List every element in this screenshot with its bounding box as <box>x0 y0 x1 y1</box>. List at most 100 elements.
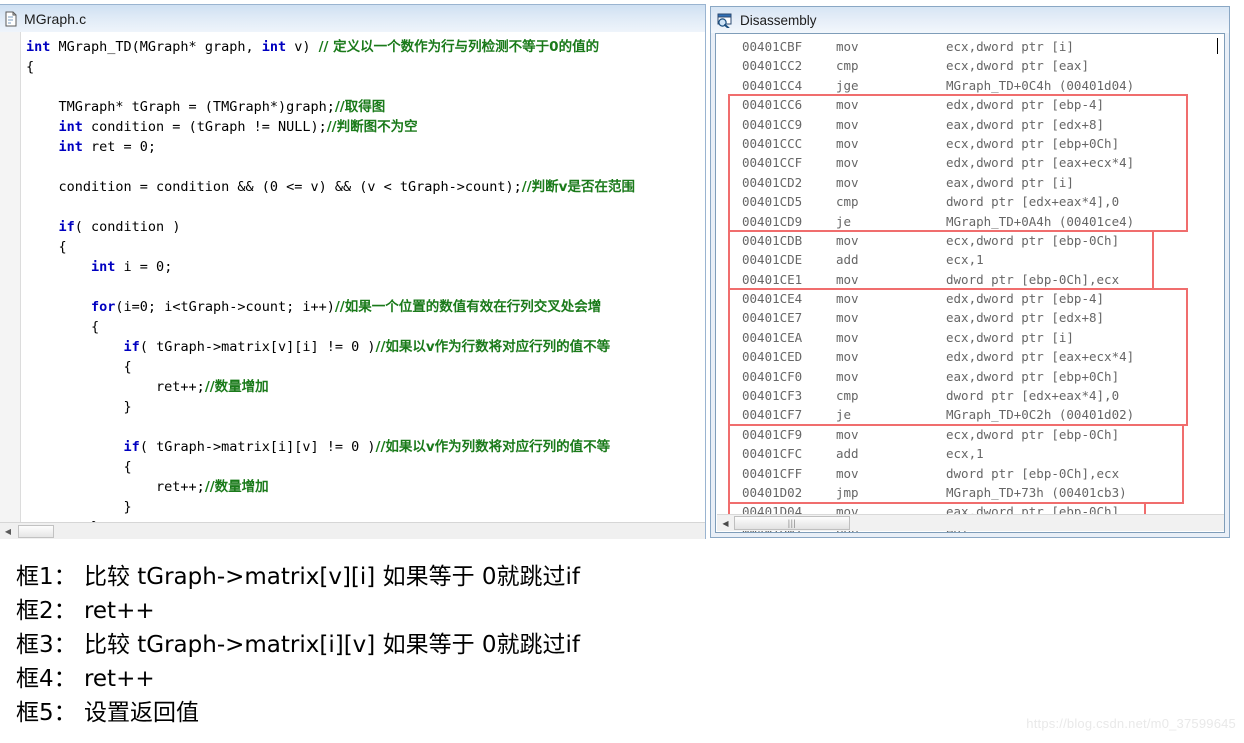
disassembly-row[interactable]: 00401CE4 mov edx,dword ptr [ebp-4] <box>716 289 1224 308</box>
disassembly-row[interactable]: 00401CCC mov ecx,dword ptr [ebp+0Ch] <box>716 134 1224 153</box>
watermark-text: https://blog.csdn.net/m0_37599645 <box>1026 716 1236 731</box>
instruction-mnemonic: jmp <box>836 484 859 500</box>
code-editor-hscrollbar[interactable]: ◀ <box>0 522 705 539</box>
disassembly-row[interactable]: 00401CFC add ecx,1 <box>716 444 1224 463</box>
disassembly-row[interactable]: 00401CE7 mov eax,dword ptr [edx+8] <box>716 308 1224 327</box>
instruction-mnemonic: mov <box>836 97 859 113</box>
instruction-mnemonic: cmp <box>836 388 859 404</box>
disassembly-row[interactable]: 00401CF3 cmp dword ptr [edx+eax*4],0 <box>716 386 1224 405</box>
code-editor-body[interactable]: int MGraph_TD(MGraph* graph, int v) // 定… <box>0 32 706 539</box>
code-text: { <box>26 459 132 475</box>
code-keyword: int <box>26 39 51 55</box>
disassembly-row[interactable]: 00401CC2 cmp ecx,dword ptr [eax] <box>716 56 1224 75</box>
instruction-operands: MGraph_TD+0A4h (00401ce4) <box>946 213 1135 229</box>
code-text: ret++; <box>26 479 205 495</box>
instruction-operands: edx,dword ptr [ebp-4] <box>946 97 1105 113</box>
legend-line-3: 框3： 比较 tGraph->matrix[i][v] 如果等于 0就跳过if <box>16 632 581 658</box>
instruction-address: 00401CCC <box>742 135 803 151</box>
code-line: if( condition ) <box>26 217 705 237</box>
disassembly-row[interactable]: 00401CBF mov ecx,dword ptr [i] <box>716 37 1224 56</box>
disassembly-row[interactable]: 00401CD9 je MGraph_TD+0A4h (00401ce4) <box>716 212 1224 231</box>
instruction-mnemonic: mov <box>836 426 859 442</box>
instruction-operands: ecx,1 <box>946 446 984 462</box>
scroll-left-arrow-icon[interactable]: ◀ <box>717 516 734 531</box>
disassembly-hscrollbar[interactable]: ◀ ||| <box>717 514 1224 531</box>
disassembly-row[interactable]: 00401CEA mov ecx,dword ptr [i] <box>716 328 1224 347</box>
code-text: { <box>26 239 67 255</box>
instruction-address: 00401CC2 <box>742 58 803 74</box>
instruction-operands: edx,dword ptr [ebp-4] <box>946 291 1105 307</box>
disassembly-row[interactable]: 00401CC4 jge MGraph_TD+0C4h (00401d04) <box>716 76 1224 95</box>
code-text: ret = 0; <box>82 139 157 155</box>
code-editor-window: MGraph.c int MGraph_TD(MGraph* graph, in… <box>0 4 706 539</box>
code-comment: //如果以v作为列数将对应行列的值不等 <box>375 439 611 455</box>
c-file-icon <box>4 11 18 27</box>
legend-line-5: 框5： 设置返回值 <box>16 700 199 726</box>
instruction-operands: eax,dword ptr [i] <box>946 174 1074 190</box>
instruction-mnemonic: mov <box>836 174 859 190</box>
code-line: { <box>26 457 705 477</box>
disassembly-client-area[interactable]: 00401CBF mov ecx,dword ptr [i] 00401CC2 cmp e… <box>715 33 1225 533</box>
code-line: condition = condition && (0 <= v) && (v … <box>26 177 705 197</box>
disassembly-row[interactable]: 00401D02 jmp MGraph_TD+73h (00401cb3) <box>716 483 1224 502</box>
instruction-address: 00401CC9 <box>742 116 803 132</box>
code-editor-source[interactable]: int MGraph_TD(MGraph* graph, int v) // 定… <box>26 37 705 539</box>
code-comment: //数量增加 <box>204 479 269 495</box>
instruction-address: 00401CE7 <box>742 310 803 326</box>
code-line: for(i=0; i<tGraph->count; i++)//如果一个位置的数… <box>26 297 705 317</box>
instruction-operands: MGraph_TD+0C2h (00401d02) <box>946 407 1135 423</box>
disassembly-titlebar[interactable]: Disassembly <box>711 7 1229 33</box>
code-line: int MGraph_TD(MGraph* graph, int v) // 定… <box>26 37 705 57</box>
disassembly-row[interactable]: 00401CDE add ecx,1 <box>716 250 1224 269</box>
code-keyword: if <box>58 219 75 235</box>
disassembly-row[interactable]: 00401CFF mov dword ptr [ebp-0Ch],ecx <box>716 464 1224 483</box>
code-line: { <box>26 357 705 377</box>
scroll-thumb[interactable] <box>18 524 54 538</box>
instruction-operands: edx,dword ptr [eax+ecx*4] <box>946 155 1135 171</box>
instruction-operands: dword ptr [ebp-0Ch],ecx <box>946 465 1120 481</box>
disassembly-row[interactable]: 00401CE1 mov dword ptr [ebp-0Ch],ecx <box>716 270 1224 289</box>
instruction-mnemonic: je <box>836 407 852 423</box>
code-editor-tab[interactable]: MGraph.c <box>0 4 706 32</box>
code-comment: //取得图 <box>334 99 386 115</box>
disassembly-row[interactable]: 00401CF9 mov ecx,dword ptr [ebp-0Ch] <box>716 425 1224 444</box>
instruction-mnemonic: mov <box>836 116 859 132</box>
code-text: { <box>26 359 132 375</box>
scroll-track[interactable] <box>850 516 1224 531</box>
code-text: { <box>26 59 35 75</box>
instruction-address: 00401D02 <box>742 484 803 500</box>
disassembly-row[interactable]: 00401CF7 je MGraph_TD+0C2h (00401d02) <box>716 405 1224 424</box>
code-keyword: int <box>261 39 287 55</box>
instruction-operands: eax,dword ptr [edx+8] <box>946 310 1105 326</box>
disassembly-row[interactable]: 00401CDB mov ecx,dword ptr [ebp-0Ch] <box>716 231 1224 250</box>
code-line: ret++;//数量增加 <box>26 377 705 397</box>
disassembly-row[interactable]: 00401CC6 mov edx,dword ptr [ebp-4] <box>716 95 1224 114</box>
instruction-mnemonic: mov <box>836 291 859 307</box>
disassembly-row[interactable]: 00401CD2 mov eax,dword ptr [i] <box>716 173 1224 192</box>
instruction-operands: dword ptr [ebp-0Ch],ecx <box>946 271 1120 287</box>
code-editor-tab-label: MGraph.c <box>24 10 87 27</box>
code-comment: //数量增加 <box>204 379 269 395</box>
instruction-operands: MGraph_TD+0C4h (00401d04) <box>946 77 1135 93</box>
instruction-address: 00401CE1 <box>742 271 803 287</box>
disassembly-row[interactable]: 00401CF0 mov eax,dword ptr [ebp+0Ch] <box>716 367 1224 386</box>
scroll-thumb[interactable]: ||| <box>734 516 850 530</box>
code-comment: //如果一个位置的数值有效在行列交叉处会增 <box>334 299 602 315</box>
disassembly-row[interactable]: 00401CCF mov edx,dword ptr [eax+ecx*4] <box>716 153 1224 172</box>
instruction-mnemonic: mov <box>836 135 859 151</box>
scroll-left-arrow-icon[interactable]: ◀ <box>0 524 16 538</box>
disassembly-row[interactable]: 00401CED mov edx,dword ptr [eax+ecx*4] <box>716 347 1224 366</box>
disassembly-instruction-list[interactable]: 00401CBF mov ecx,dword ptr [i] 00401CC2 cmp e… <box>716 37 1224 532</box>
disassembly-row[interactable]: 00401CD5 cmp dword ptr [edx+eax*4],0 <box>716 192 1224 211</box>
code-keyword: int <box>58 139 83 155</box>
scroll-track[interactable] <box>54 524 705 538</box>
instruction-operands: ecx,dword ptr [i] <box>946 329 1074 345</box>
code-text: } <box>26 399 132 415</box>
disassembly-row[interactable]: 00401CC9 mov eax,dword ptr [edx+8] <box>716 115 1224 134</box>
instruction-address: 00401CF3 <box>742 388 803 404</box>
instruction-mnemonic: mov <box>836 329 859 345</box>
code-keyword: for <box>91 299 116 315</box>
instruction-mnemonic: mov <box>836 271 859 287</box>
